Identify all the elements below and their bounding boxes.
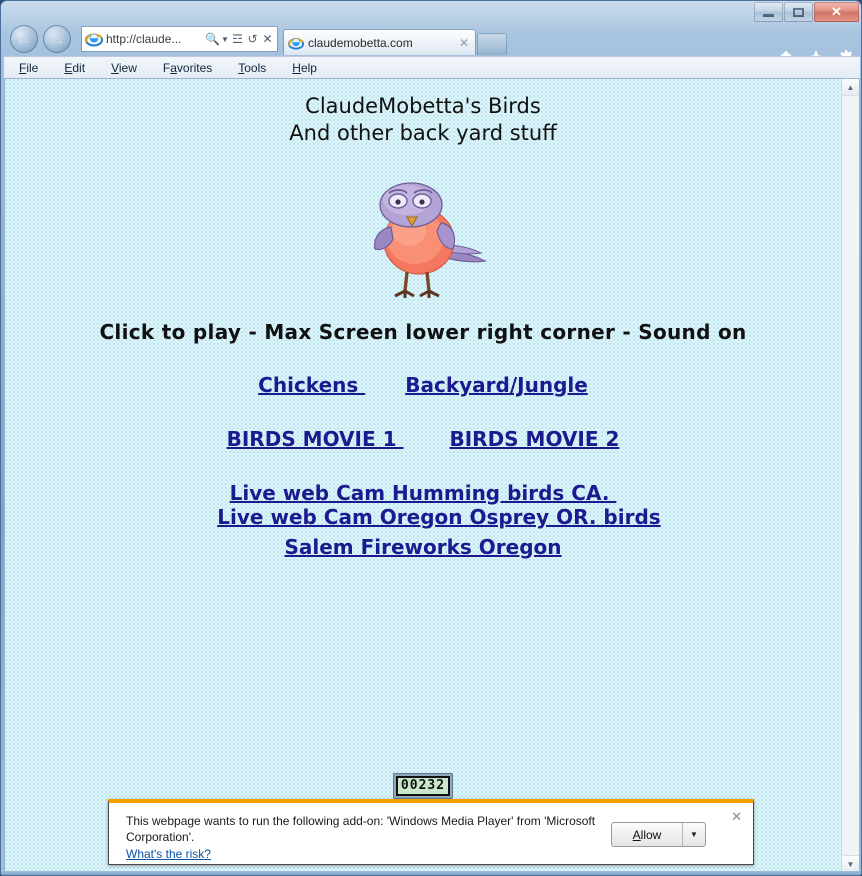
link-backyard-jungle[interactable]: Backyard/Jungle	[405, 373, 588, 397]
notification-message: This webpage wants to run the following …	[126, 814, 596, 844]
page-title-line2: And other back yard stuff	[289, 121, 557, 145]
back-button[interactable]: ←	[10, 25, 38, 53]
link-live-webcam-oregon-osprey[interactable]: Live web Cam Oregon Osprey OR. birds	[217, 505, 660, 529]
navigation-bar: ← → http://claude... 🔍 ▼ ☲ ↺ ✕ claudemob…	[1, 23, 861, 67]
link-birds-movie-1[interactable]: BIRDS MOVIE 1	[227, 427, 404, 451]
addon-notification-bar: This webpage wants to run the following …	[108, 799, 754, 865]
link-row-2: BIRDS MOVIE 1 BIRDS MOVIE 2	[5, 427, 841, 451]
scroll-up-icon[interactable]: ▲	[842, 79, 859, 96]
bird-image-container	[5, 179, 841, 304]
tab-title: claudemobetta.com	[308, 35, 413, 50]
browser-window: ✕ ← → http://claude... 🔍 ▼ ☲ ↺ ✕ claudem…	[0, 0, 862, 876]
web-page: ClaudeMobetta's Birds And other back yar…	[5, 79, 841, 872]
chevron-down-icon[interactable]: ▼	[683, 823, 705, 846]
tab-strip: claudemobetta.com ✕	[283, 26, 507, 55]
menu-file[interactable]: File	[16, 59, 41, 77]
whats-the-risk-link[interactable]: What's the risk?	[126, 847, 211, 861]
menu-edit[interactable]: Edit	[61, 59, 88, 77]
minimize-button[interactable]	[754, 2, 783, 22]
allow-button[interactable]: Allow	[612, 823, 683, 846]
vertical-scrollbar[interactable]: ▲ ▼	[841, 79, 859, 872]
internet-explorer-icon	[288, 37, 304, 50]
menu-help[interactable]: Help	[289, 59, 320, 77]
tab-close-icon[interactable]: ✕	[457, 36, 471, 50]
menu-favorites[interactable]: Favorites	[160, 59, 215, 77]
page-tagline: Click to play - Max Screen lower right c…	[99, 320, 747, 344]
minimize-icon	[763, 14, 774, 17]
search-icon[interactable]: 🔍	[205, 28, 220, 50]
maximize-button[interactable]	[784, 2, 813, 22]
chevron-down-icon[interactable]: ▼	[220, 28, 230, 50]
content-viewport: ClaudeMobetta's Birds And other back yar…	[4, 78, 860, 873]
address-bar[interactable]: http://claude... 🔍 ▼ ☲ ↺ ✕	[81, 26, 278, 52]
forward-button[interactable]: →	[43, 25, 71, 53]
title-bar: ✕	[1, 1, 861, 23]
link-row-3: Live web Cam Humming birds CA. Live web …	[5, 481, 841, 529]
page-title: ClaudeMobetta's Birds And other back yar…	[5, 93, 841, 147]
back-arrow-icon: ←	[15, 29, 33, 49]
notification-close-icon[interactable]: ✕	[731, 809, 742, 825]
menu-view[interactable]: View	[108, 59, 140, 77]
compatibility-view-icon[interactable]: ☲	[230, 28, 245, 50]
stop-icon[interactable]: ✕	[260, 28, 275, 50]
window-bottom-edge	[1, 871, 861, 875]
scroll-down-icon[interactable]: ▼	[842, 855, 859, 872]
maximize-icon	[793, 7, 804, 17]
link-salem-fireworks-oregon[interactable]: Salem Fireworks Oregon	[284, 535, 561, 559]
link-birds-movie-2[interactable]: BIRDS MOVIE 2	[449, 427, 619, 451]
window-controls: ✕	[753, 2, 859, 22]
close-icon: ✕	[831, 4, 842, 19]
forward-arrow-icon: →	[48, 29, 66, 49]
cartoon-bird-image	[374, 182, 487, 298]
hit-counter-container: 00232	[5, 773, 841, 799]
menu-tools[interactable]: Tools	[235, 59, 269, 77]
allow-split-button: Allow ▼	[611, 822, 706, 847]
link-live-webcam-humming-birds-ca[interactable]: Live web Cam Humming birds CA.	[230, 481, 617, 505]
link-chickens[interactable]: Chickens	[258, 373, 365, 397]
new-tab-button[interactable]	[477, 33, 507, 55]
hit-counter-value: 00232	[395, 776, 451, 796]
tab-claudemobetta[interactable]: claudemobetta.com ✕	[283, 29, 476, 55]
menu-bar: File Edit View Favorites Tools Help	[4, 56, 860, 78]
link-row-4: Salem Fireworks Oregon	[5, 535, 841, 559]
hit-counter: 00232	[392, 773, 454, 799]
close-window-button[interactable]: ✕	[814, 2, 859, 22]
page-title-line1: ClaudeMobetta's Birds	[305, 94, 541, 118]
address-input-value[interactable]: http://claude...	[105, 32, 205, 46]
link-row-1: Chickens Backyard/Jungle	[5, 373, 841, 397]
internet-explorer-icon	[85, 33, 103, 47]
refresh-icon[interactable]: ↺	[245, 28, 260, 50]
